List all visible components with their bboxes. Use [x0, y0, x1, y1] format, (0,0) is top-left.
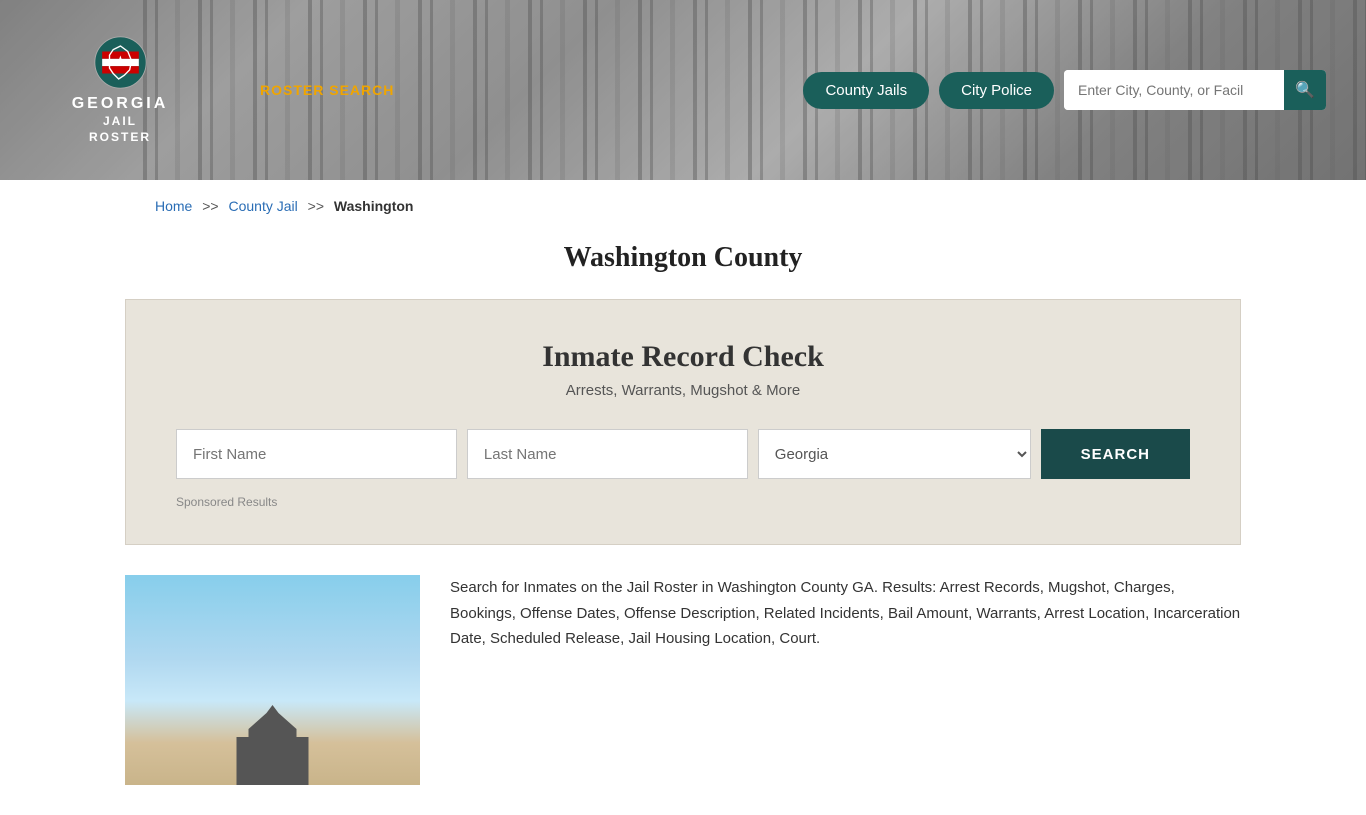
- bottom-section: Search for Inmates on the Jail Roster in…: [0, 545, 1366, 815]
- inmate-search-form: Georgia Alabama Florida Tennessee SEARCH: [176, 429, 1190, 479]
- breadcrumb-sep1: >>: [202, 198, 218, 214]
- site-header: ★ GEORGIA JAIL ROSTER ROSTER SEARCH Coun…: [0, 0, 1366, 180]
- breadcrumb-current: Washington: [334, 198, 414, 214]
- breadcrumb: Home >> County Jail >> Washington: [0, 180, 1366, 232]
- roster-search-link[interactable]: ROSTER SEARCH: [260, 82, 394, 98]
- header-right: County Jails City Police 🔍: [803, 70, 1326, 110]
- header-search-input[interactable]: [1064, 70, 1284, 110]
- page-title-area: Washington County: [0, 232, 1366, 299]
- search-icon: 🔍: [1295, 80, 1315, 100]
- logo-text: GEORGIA JAIL ROSTER: [72, 94, 169, 146]
- record-check-title: Inmate Record Check: [176, 340, 1190, 374]
- record-check-subtitle: Arrests, Warrants, Mugshot & More: [176, 382, 1190, 399]
- svg-text:★: ★: [113, 54, 126, 70]
- first-name-input[interactable]: [176, 429, 457, 479]
- county-jails-button[interactable]: County Jails: [803, 72, 929, 109]
- header-search-bar: 🔍: [1064, 70, 1326, 110]
- header-search-button[interactable]: 🔍: [1284, 70, 1326, 110]
- breadcrumb-county-jail-link[interactable]: County Jail: [229, 198, 298, 214]
- breadcrumb-sep2: >>: [308, 198, 324, 214]
- state-select[interactable]: Georgia Alabama Florida Tennessee: [758, 429, 1031, 479]
- inmate-record-check-box: Inmate Record Check Arrests, Warrants, M…: [125, 299, 1241, 545]
- county-description: Search for Inmates on the Jail Roster in…: [450, 575, 1241, 652]
- breadcrumb-home-link[interactable]: Home: [155, 198, 192, 214]
- georgia-seal-icon: ★: [93, 35, 148, 90]
- city-police-button[interactable]: City Police: [939, 72, 1054, 109]
- site-logo[interactable]: ★ GEORGIA JAIL ROSTER: [40, 35, 200, 146]
- sponsored-label: Sponsored Results: [176, 495, 1190, 509]
- inmate-search-button[interactable]: SEARCH: [1041, 429, 1190, 479]
- county-image: [125, 575, 420, 785]
- page-title: Washington County: [0, 242, 1366, 274]
- last-name-input[interactable]: [467, 429, 748, 479]
